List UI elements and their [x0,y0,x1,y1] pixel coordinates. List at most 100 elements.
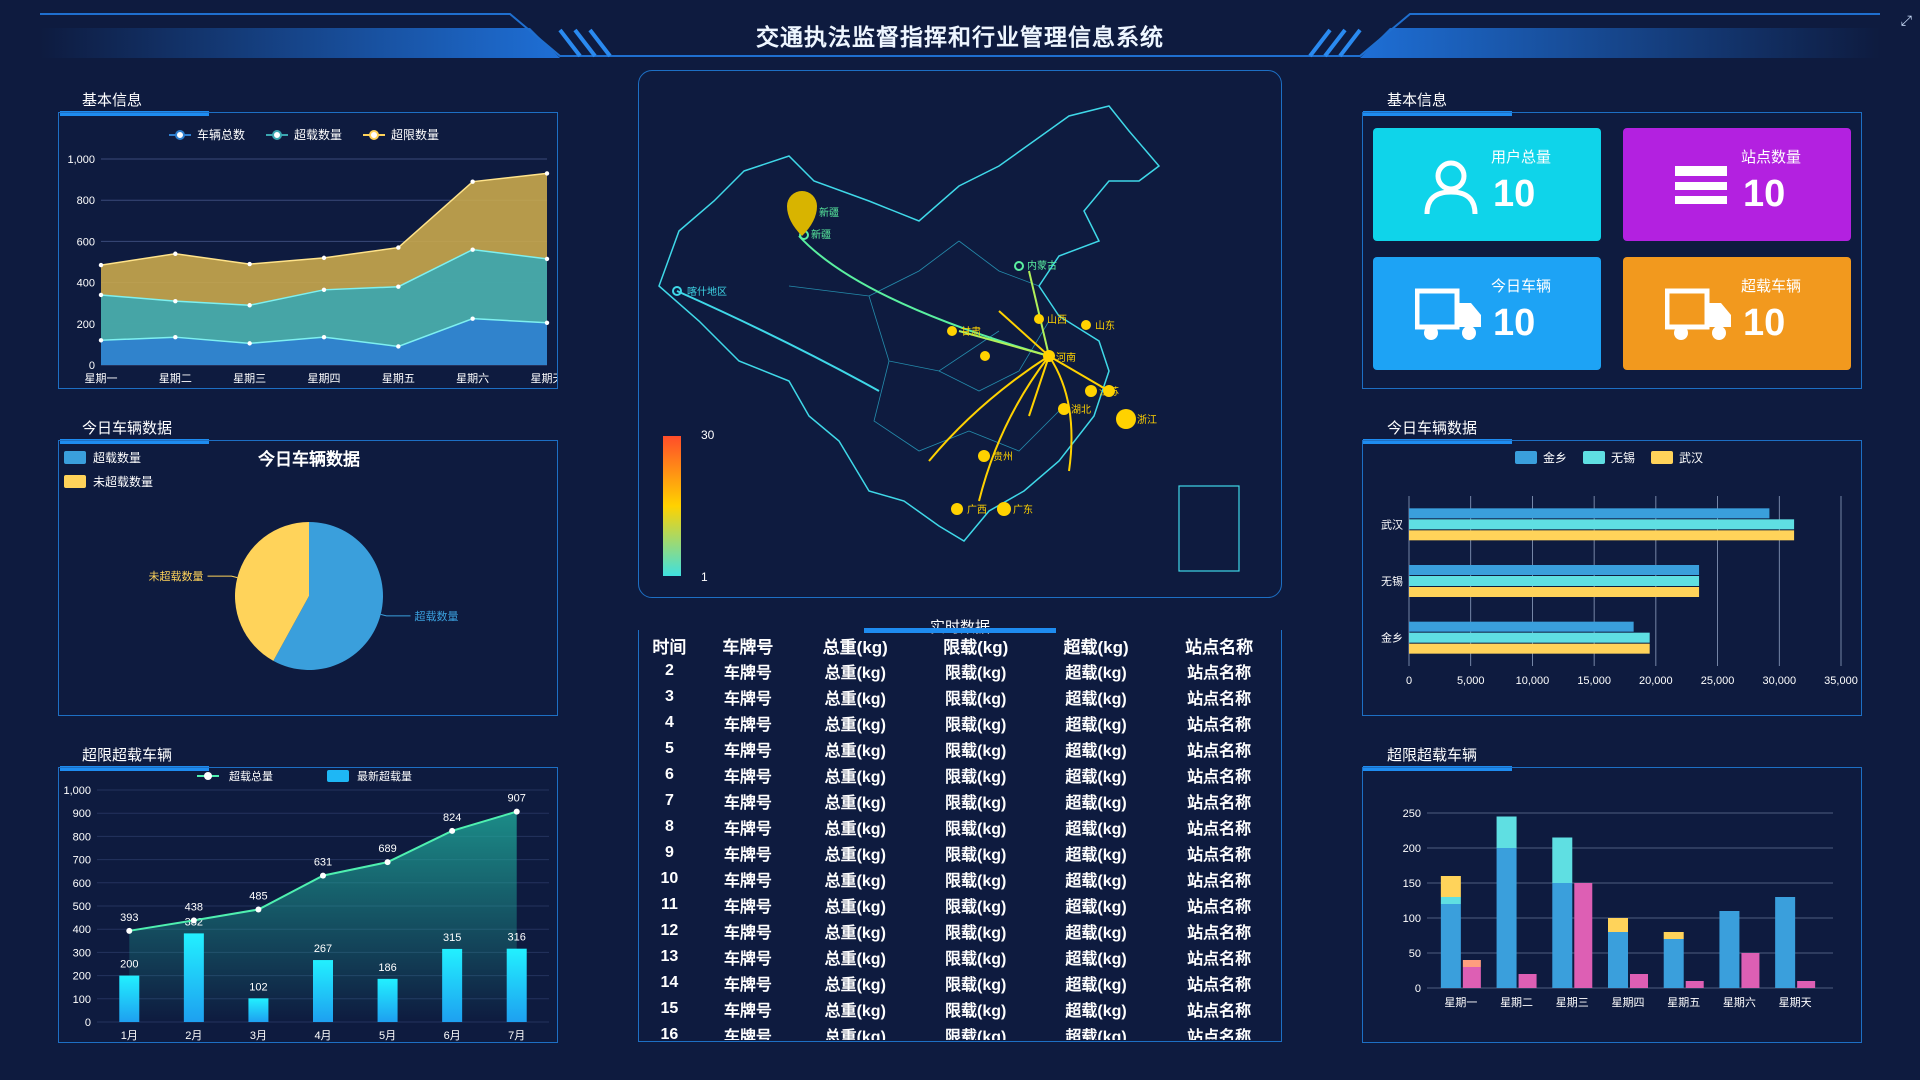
bar-data-label: 186 [378,962,396,974]
realtime-table[interactable]: 时间 车牌号 总重(kg) 限载(kg) 超载(kg) 站点名称 2 车牌号 总重(kg) 限载… [638,632,1282,1041]
table-cell: 超载(kg) [1065,847,1127,864]
column-header[interactable]: 车牌号 [701,632,795,658]
x-tick-label: 1月 [121,1030,138,1042]
bar-segment [1630,974,1648,988]
table-row[interactable]: 16 车牌号 总重(kg) 限载(kg) 超载(kg) 站点名称 [638,1022,1282,1040]
legend-label: 超载数量 [294,127,342,142]
bar [119,975,140,1022]
table-row[interactable]: 14 车牌号 总重(kg) 限载(kg) 超载(kg) 站点名称 [638,970,1282,996]
x-tick-label: 星期四 [1612,996,1645,1009]
bar [1409,621,1634,632]
table-row[interactable]: 13 车牌号 总重(kg) 限载(kg) 超载(kg) 站点名称 [638,944,1282,970]
bar-data-label: 315 [443,932,461,944]
table-row[interactable]: 5 车牌号 总重(kg) 限载(kg) 超载(kg) 站点名称 [638,736,1282,762]
table-cell: 总重(kg) [824,977,886,994]
table-cell: 总重(kg) [824,873,886,890]
bar-data-label: 267 [314,943,332,955]
table-row[interactable]: 15 车牌号 总重(kg) 限载(kg) 超载(kg) 站点名称 [638,996,1282,1022]
table-cell: 总重(kg) [824,691,886,708]
scale-max: 30 [701,428,715,442]
today-pie-chart: 今日车辆数据超载数量未超载数量超载数量未超载数量 [64,449,458,670]
legend-label: 超限数量 [391,127,439,142]
map-label: 江苏 [1099,385,1119,398]
legend-swatch [327,770,349,782]
stat-card[interactable]: 超载车辆 10 [1623,257,1851,370]
y-tick-label: 400 [77,278,95,290]
table-cell: 站点名称 [1187,951,1252,968]
table-cell: 总重(kg) [824,951,886,968]
table-cell: 车牌号 [723,951,772,968]
table-cell: 总重(kg) [824,925,886,942]
y-tick-label: 500 [73,901,91,913]
x-tick-label: 星期一 [85,372,118,385]
y-tick-label: 700 [73,855,91,867]
expand-icon[interactable]: ⤢ [1901,12,1912,29]
line-data-label: 438 [185,901,203,913]
table-row[interactable]: 12 车牌号 总重(kg) 限载(kg) 超载(kg) 站点名称 [638,918,1282,944]
table-cell: 车牌号 [723,873,772,890]
stat-card[interactable]: 站点数量 10 [1623,128,1851,241]
table-row[interactable]: 8 车牌号 总重(kg) 限载(kg) 超载(kg) 站点名称 [638,814,1282,840]
legend-swatch [64,451,86,464]
bar-segment [1462,967,1481,988]
map-label: 贵州 [993,450,1013,463]
china-map[interactable]: 30 1 新疆 新疆 喀什地区 内蒙古 山西 山东 甘肃 河南 江苏 浙江 湖北… [639,71,1281,597]
bar [1409,565,1700,575]
table-cell: 总重(kg) [824,1003,886,1020]
table-row[interactable]: 6 车牌号 总重(kg) 限载(kg) 超载(kg) 站点名称 [638,762,1282,788]
x-tick-label: 星期二 [1500,996,1533,1009]
column-header[interactable]: 时间 [638,632,701,658]
column-header[interactable]: 超载(kg) [1036,632,1156,658]
column-header[interactable]: 站点名称 [1156,632,1282,658]
bar-segment [1663,932,1684,939]
table-cell: 限载(kg) [945,873,1007,890]
column-header[interactable]: 限载(kg) [915,632,1035,658]
panel-station-bars: 0 5,000 10,000 15,000 20,000 25,000 30,000 35,0… [1362,440,1862,716]
y-tick-label: 1,000 [63,785,91,797]
table-row[interactable]: 4 车牌号 总重(kg) 限载(kg) 超载(kg) 站点名称 [638,710,1282,736]
y-tick-label: 1,000 [67,154,95,166]
table-row[interactable]: 3 车牌号 总重(kg) 限载(kg) 超载(kg) 站点名称 [638,684,1282,710]
stat-label: 今日车辆 [1491,278,1552,295]
map-label: 新疆 [811,228,831,241]
x-tick-label: 3月 [250,1030,267,1042]
x-tick-label: 25,000 [1701,675,1735,687]
table-cell: 超载(kg) [1065,717,1127,734]
table-cell: 限载(kg) [945,691,1007,708]
line-data-label: 485 [249,890,267,902]
table-row[interactable]: 9 车牌号 总重(kg) 限载(kg) 超载(kg) 站点名称 [638,840,1282,866]
table-cell: 总重(kg) [824,847,886,864]
x-tick-label: 35,000 [1824,675,1858,687]
panel-title-basic-info: 基本信息 [82,92,143,109]
bar [1409,632,1650,643]
x-tick-label: 4月 [314,1030,331,1042]
stat-card[interactable]: 今日车辆 10 [1373,257,1601,370]
table-cell: 车牌号 [723,977,772,994]
map-label: 新疆 [819,206,839,219]
panel-monthly-overload: 01002003004005006007008009001,0002003821… [58,767,558,1043]
table-cell: 站点名称 [1187,821,1252,838]
bar [1409,643,1650,654]
bar [183,933,204,1022]
stat-card[interactable]: 用户总量 10 [1373,128,1601,241]
data-point [98,262,104,268]
table-cell: 限载(kg) [945,717,1007,734]
y-tick-label: 50 [1409,948,1421,960]
bar [1409,508,1770,519]
x-tick-label: 星期三 [1556,996,1589,1009]
south-sea-inset [1178,485,1240,572]
table-row[interactable]: 2 车牌号 总重(kg) 限载(kg) 超载(kg) 站点名称 [638,658,1282,684]
column-header[interactable]: 总重(kg) [795,632,915,658]
data-point [470,179,475,184]
truck-icon [1415,285,1485,345]
table-cell: 超载(kg) [1065,1029,1127,1040]
bar [1409,587,1700,597]
bar-segment [1440,904,1461,988]
table-row[interactable]: 7 车牌号 总重(kg) 限载(kg) 超载(kg) 站点名称 [638,788,1282,814]
color-scale-legend[interactable] [663,436,681,576]
panel-title-basic-info-right: 基本信息 [1387,92,1448,109]
table-row[interactable]: 11 车牌号 总重(kg) 限载(kg) 超载(kg) 站点名称 [638,892,1282,918]
table-row[interactable]: 10 车牌号 总重(kg) 限载(kg) 超载(kg) 站点名称 [638,866,1282,892]
table-cell: 站点名称 [1187,717,1252,734]
legend-label: 武汉 [1679,451,1703,465]
